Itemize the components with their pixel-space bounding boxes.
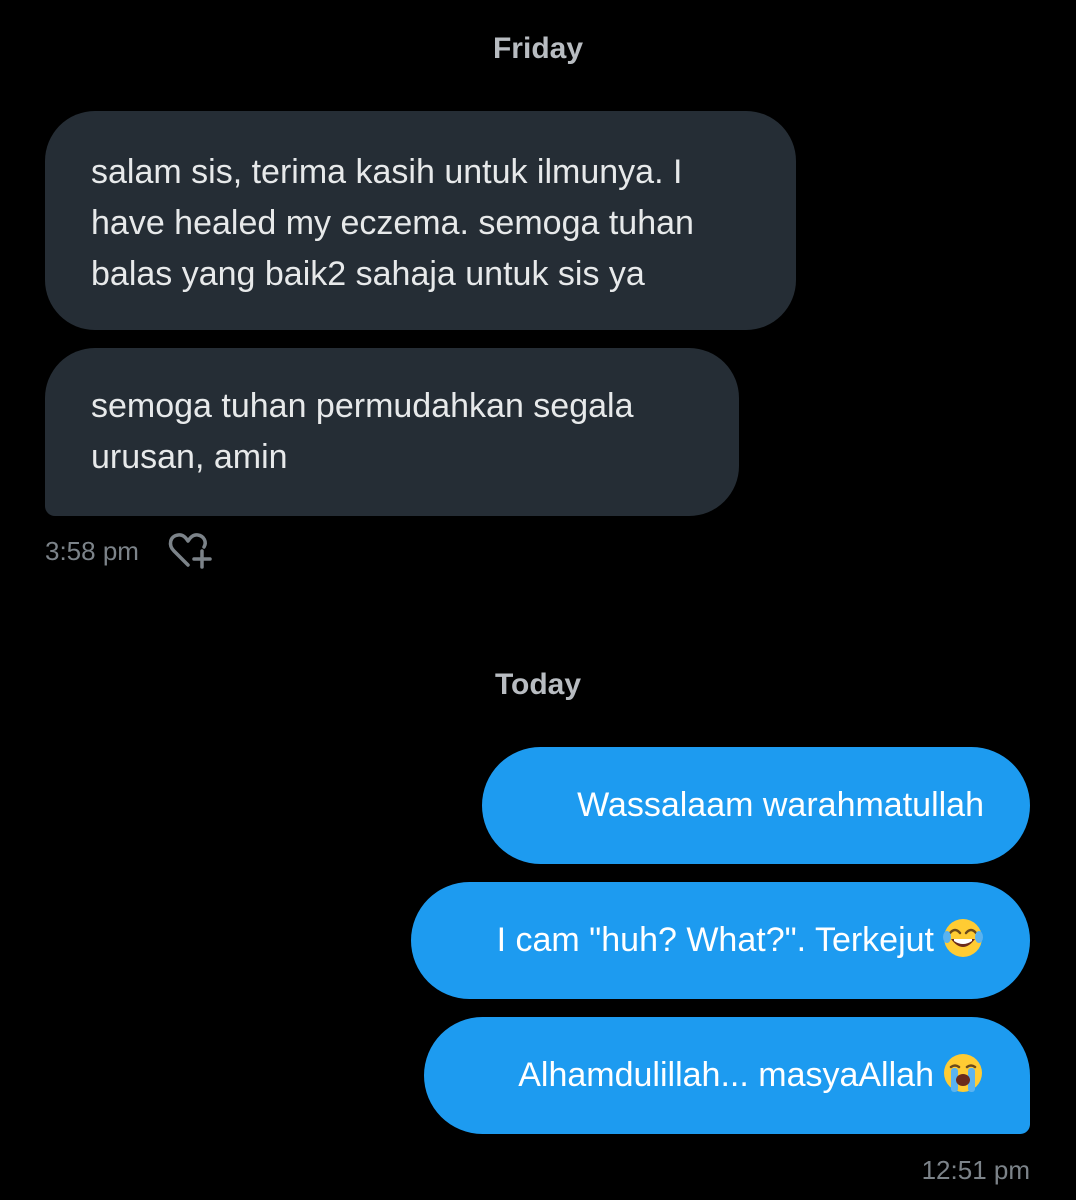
date-separator-today: Today	[494, 668, 582, 701]
message-text: I cam "huh? What?". Terkejut	[496, 921, 934, 959]
date-separator-friday: Friday	[492, 32, 584, 65]
message-timestamp: 3:58 pm	[45, 536, 139, 566]
received-message[interactable]: semoga tuhan permudahkan segala urusan, …	[45, 348, 739, 516]
face-with-tears-of-joy-emoji	[942, 917, 984, 959]
received-message[interactable]: salam sis, terima kasih untuk ilmunya. I…	[45, 111, 796, 330]
sent-message[interactable]: Wassalaam warahmatullah	[482, 747, 1030, 864]
sent-message[interactable]: Alhamdulillah... masyaAllah	[424, 1017, 1030, 1134]
message-text: semoga tuhan permudahkan segala urusan, …	[91, 387, 634, 476]
message-timestamp: 12:51 pm	[921, 1155, 1030, 1185]
message-text: Wassalaam warahmatullah	[577, 786, 984, 824]
heart-plus-icon[interactable]	[166, 531, 214, 571]
message-text: salam sis, terima kasih untuk ilmunya. I…	[91, 153, 694, 293]
message-text: Alhamdulillah... masyaAllah	[518, 1056, 934, 1094]
loudly-crying-face-emoji	[942, 1052, 984, 1094]
sent-message[interactable]: I cam "huh? What?". Terkejut	[411, 882, 1030, 999]
